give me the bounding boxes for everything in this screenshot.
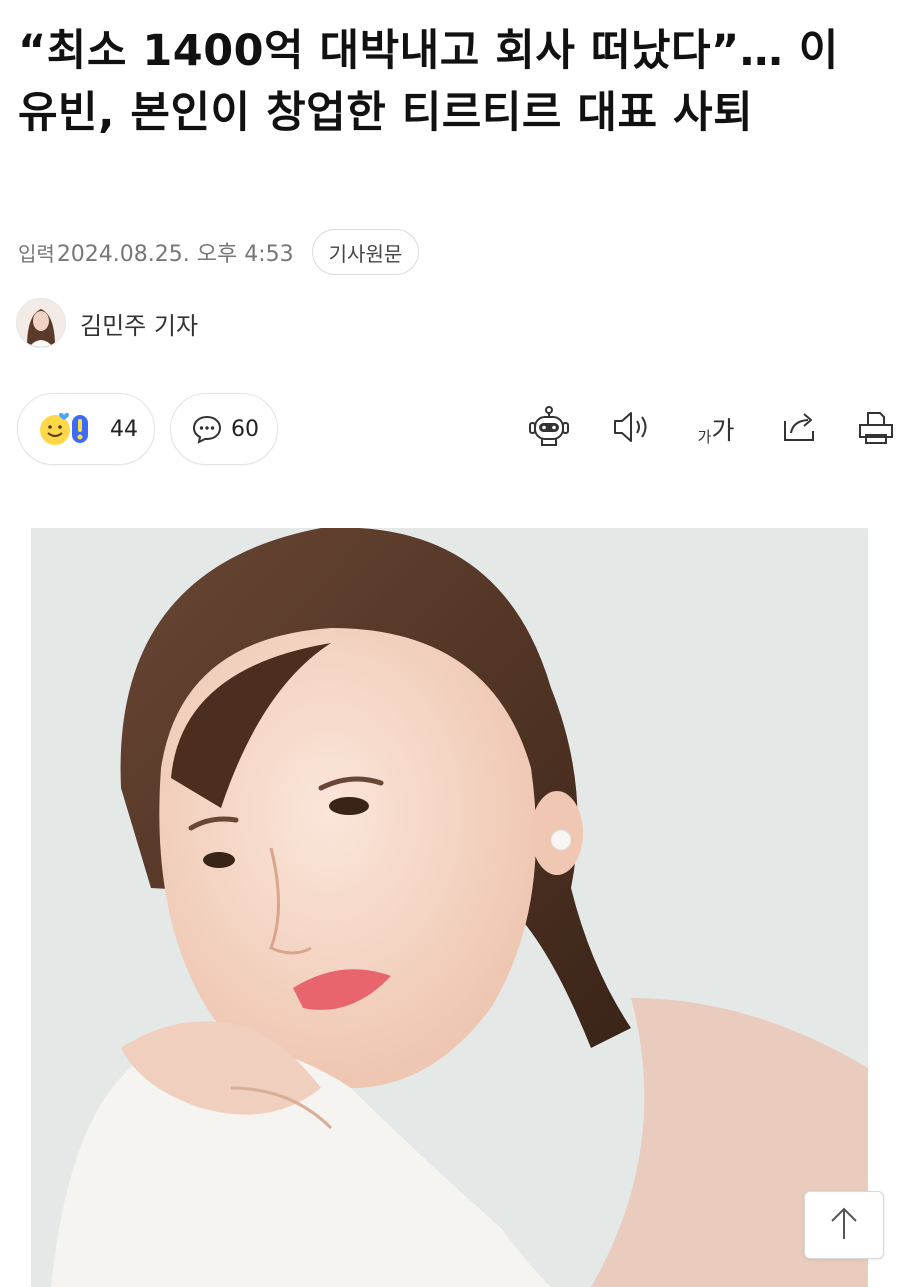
comment-count: 60 (231, 416, 259, 442)
original-article-button[interactable]: 기사원문 (311, 229, 420, 275)
reporter-link[interactable]: 김민주 기자 (16, 298, 198, 348)
font-size-large-label: 가 (711, 416, 735, 445)
summary-bot-button[interactable] (526, 406, 572, 452)
reaction-count: 44 (110, 416, 138, 442)
share-icon (778, 405, 822, 453)
print-button[interactable] (853, 406, 899, 452)
font-size-icon: 가 가 (698, 411, 735, 447)
reaction-emoji-icon (38, 409, 96, 449)
print-icon (854, 405, 898, 453)
article-photo (31, 528, 868, 1287)
font-size-button[interactable]: 가 가 (690, 406, 742, 452)
comment-button[interactable]: 60 (170, 393, 278, 465)
scroll-to-top-button[interactable] (804, 1191, 884, 1259)
font-size-small-label: 가 (697, 428, 712, 446)
published-label: 입력 (18, 241, 55, 266)
article-meta: 입력 2024.08.25. 오후 4:53 기사원문 (18, 228, 420, 276)
speaker-icon (609, 405, 653, 453)
article-title: “최소 1400억 대박내고 회사 떠났다”… 이유빈, 본인이 창업한 티르티… (18, 26, 839, 138)
reporter-name: 김민주 기자 (80, 311, 199, 340)
comment-bubble-icon (191, 413, 223, 445)
arrow-up-icon (827, 1203, 861, 1247)
robot-summary-icon (527, 405, 571, 453)
share-button[interactable] (777, 406, 823, 452)
published-date: 2024.08.25. 오후 4:53 (56, 242, 294, 267)
reporter-avatar (16, 298, 66, 348)
reaction-button[interactable]: 44 (17, 393, 155, 465)
listen-button[interactable] (608, 406, 654, 452)
